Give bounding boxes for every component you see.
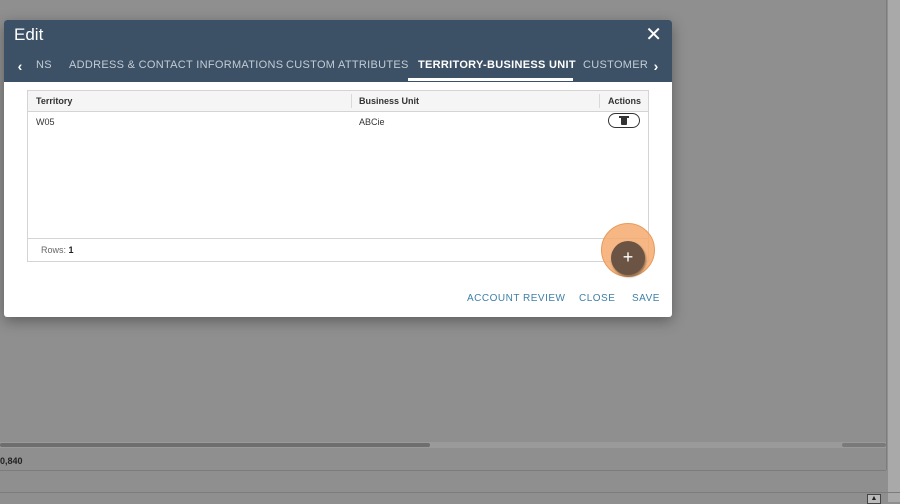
grid-header: Territory Business Unit Actions [28,91,648,112]
cell-territory: W05 [36,117,55,127]
column-header-territory[interactable]: Territory [36,96,72,106]
column-separator [351,94,352,108]
background-scroll-thumb-right [842,443,886,447]
tab-bar: ‹ NS ADDRESS & CONTACT INFORMATIONS CUST… [4,54,672,82]
close-button[interactable]: CLOSE [579,293,615,304]
cell-business-unit: ABCie [359,117,385,127]
rows-label: Rows: [41,245,67,255]
column-header-business-unit[interactable]: Business Unit [359,96,419,106]
column-header-actions: Actions [608,96,642,106]
scroll-up-icon[interactable]: ▲ [867,494,881,504]
account-review-button[interactable]: ACCOUNT REVIEW [467,293,566,304]
background-bottom-divider [0,492,900,493]
delete-row-button[interactable] [608,113,640,128]
tab-address-contact[interactable]: ADDRESS & CONTACT INFORMATIONS [69,59,283,71]
dialog-header: Edit ✕ ‹ NS ADDRESS & CONTACT INFORMATIO… [4,20,672,82]
rows-count: 1 [68,245,74,255]
background-divider [886,0,887,470]
trash-icon [619,116,629,125]
add-row-button[interactable]: + [611,241,645,275]
background-total-value: 0,840 [0,456,23,466]
plus-icon: + [622,247,634,267]
grid-footer: Rows: 1 [28,238,648,261]
dialog-title: Edit [14,25,44,44]
territory-grid: Territory Business Unit Actions W05 ABCi… [27,90,649,262]
edit-dialog: Edit ✕ ‹ NS ADDRESS & CONTACT INFORMATIO… [4,20,672,317]
column-separator [599,94,600,108]
background-footer-divider [0,470,886,471]
tab-customer[interactable]: CUSTOMER [583,59,648,71]
background-vertical-scrollbar[interactable] [888,0,900,502]
tab-territory-business-unit[interactable]: TERRITORY-BUSINESS UNIT [418,59,576,71]
rows-summary: Rows: 1 [41,245,74,255]
save-button[interactable]: SAVE [632,293,660,304]
chevron-right-icon[interactable]: › [648,58,664,74]
active-tab-indicator [408,78,573,81]
tab-previous-partial[interactable]: NS [36,59,52,71]
dialog-actions: ACCOUNT REVIEW CLOSE SAVE [4,293,672,309]
background-scroll-thumb[interactable] [0,443,430,447]
tab-custom-attributes[interactable]: CUSTOM ATTRIBUTES [286,59,409,71]
table-row[interactable]: W05 ABCie [28,112,648,132]
close-icon[interactable]: ✕ [645,25,662,45]
